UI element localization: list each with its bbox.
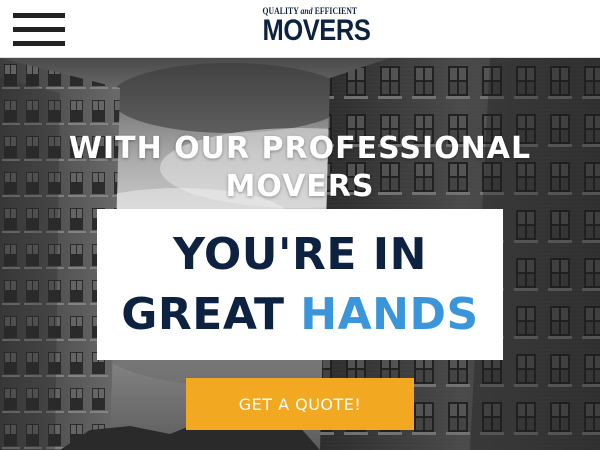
hero-subheading-line: MOVERS xyxy=(225,169,375,204)
site-logo[interactable]: QUALITY and EFFICIENT MOVERS xyxy=(255,6,371,47)
headline-accent-word: HANDS xyxy=(300,289,479,340)
get-quote-button[interactable]: GET A QUOTE! xyxy=(186,378,414,430)
hero-subheading-line: WITH OUR PROFESSIONAL xyxy=(68,131,532,166)
headline-panel: YOU'RE IN GREAT HANDS xyxy=(97,209,503,360)
site-header: QUALITY and EFFICIENT MOVERS xyxy=(0,0,600,58)
logo-wordmark: MOVERS xyxy=(262,14,371,47)
menu-bar xyxy=(13,13,65,18)
headline-line: YOU'RE IN xyxy=(173,229,427,280)
menu-bar xyxy=(13,27,65,32)
hero-section: WITH OUR PROFESSIONAL MOVERS YOU'RE IN G… xyxy=(0,58,600,450)
headline-line: GREAT HANDS xyxy=(97,289,503,340)
menu-bar xyxy=(13,41,65,46)
hamburger-menu-icon[interactable] xyxy=(13,13,65,46)
hero-subheading: WITH OUR PROFESSIONAL MOVERS xyxy=(0,130,600,206)
headline-word: GREAT xyxy=(121,289,285,340)
